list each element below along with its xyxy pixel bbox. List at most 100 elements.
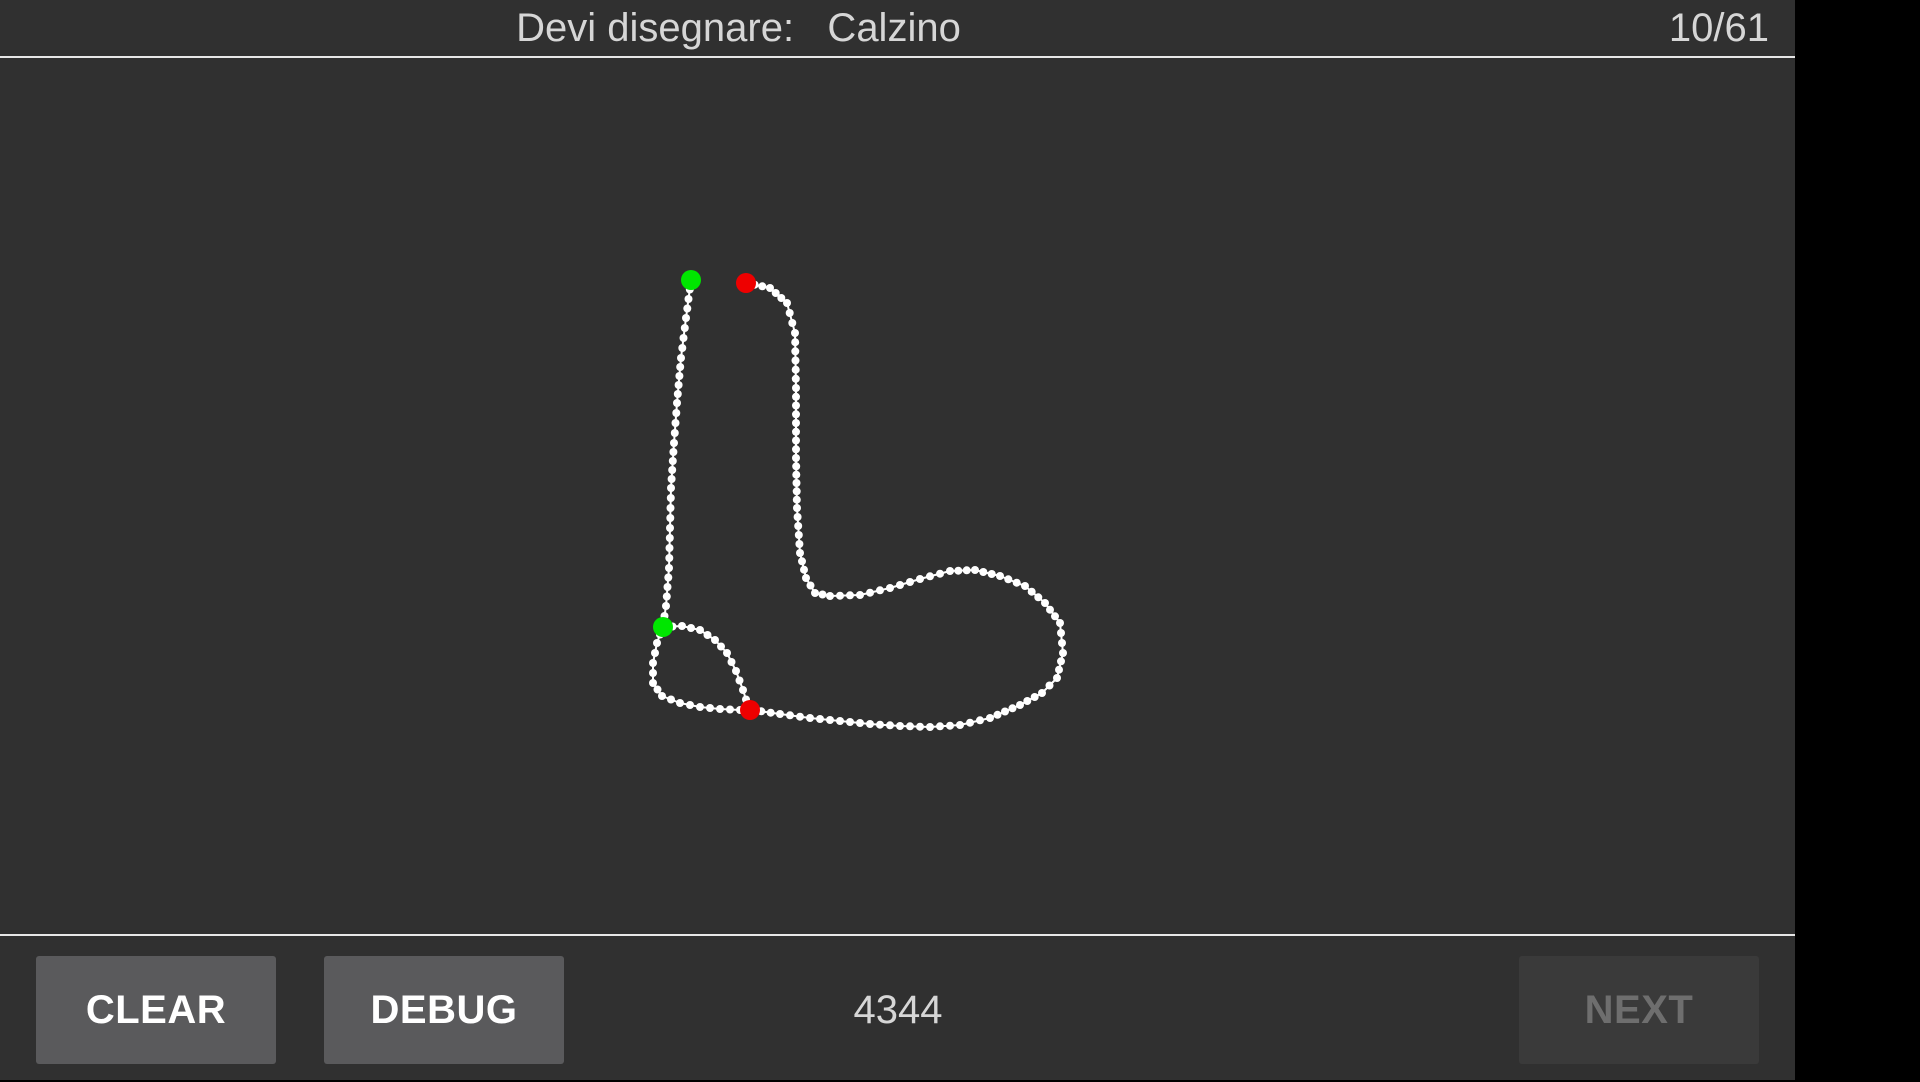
stroke-point <box>668 457 677 465</box>
stroke-point <box>926 723 934 731</box>
stroke-point <box>1045 681 1054 690</box>
stroke-point <box>798 557 806 566</box>
stroke-point <box>667 475 676 483</box>
debug-button[interactable]: DEBUG <box>324 956 564 1064</box>
stroke-point <box>711 636 719 644</box>
stroke-point <box>956 721 964 729</box>
stroke-point <box>866 720 874 728</box>
stroke-point <box>792 427 800 436</box>
stroke-point <box>670 429 679 437</box>
stroke-point <box>792 384 800 392</box>
stroke-point <box>666 524 674 532</box>
stroke-point <box>793 504 801 512</box>
next-button[interactable]: NEXT <box>1519 956 1759 1064</box>
stroke-point <box>792 419 800 427</box>
stroke-point <box>716 705 724 713</box>
stroke-point <box>856 719 864 727</box>
stroke-point <box>1008 704 1017 713</box>
stroke-point <box>792 470 801 479</box>
stroke-point <box>811 589 819 597</box>
stroke-point <box>684 295 693 303</box>
stroke-point <box>796 712 804 721</box>
stroke-point <box>802 574 810 582</box>
stroke-point <box>792 445 800 454</box>
stroke-point <box>668 466 677 474</box>
stroke-point <box>658 692 666 700</box>
stroke-point <box>679 334 688 342</box>
stroke-point <box>706 704 714 712</box>
stroke-point <box>996 572 1004 580</box>
stroke-point <box>783 299 791 307</box>
drawing-canvas[interactable] <box>0 58 1795 934</box>
stroke-point <box>680 324 689 332</box>
stroke-1 <box>659 276 695 630</box>
stroke-point <box>649 659 657 667</box>
stroke-point <box>696 626 704 634</box>
stroke-start-marker <box>681 270 701 290</box>
stroke-point <box>792 487 801 496</box>
stroke-point <box>792 454 800 462</box>
stroke-point <box>1041 599 1049 607</box>
stroke-point <box>1030 693 1039 701</box>
stroke-point <box>916 722 924 731</box>
stroke-point <box>886 584 894 592</box>
stroke-point <box>676 699 684 707</box>
stroke-point <box>1046 605 1054 614</box>
stroke-point <box>1004 575 1013 584</box>
stroke-point <box>1057 629 1065 637</box>
stroke-point <box>662 602 670 610</box>
stroke-point <box>665 554 674 562</box>
stroke-point <box>816 715 824 723</box>
stroke-point <box>758 282 767 291</box>
stroke-point <box>987 570 996 578</box>
stroke-point <box>794 522 803 530</box>
stroke-point <box>896 722 904 730</box>
stroke-point <box>836 717 844 725</box>
stroke-point <box>1001 707 1009 716</box>
stroke-point <box>792 495 801 504</box>
stroke-point <box>976 716 984 725</box>
stroke-point <box>791 374 800 383</box>
stroke-point <box>796 549 804 557</box>
stroke-point <box>846 718 854 726</box>
stroke-point <box>682 314 690 322</box>
stroke-point <box>1058 639 1066 647</box>
stroke-point <box>1012 578 1021 587</box>
stroke-point <box>672 409 681 417</box>
stroke-point <box>653 639 661 647</box>
stroke-point <box>792 401 800 410</box>
header-bar: Devi disegnare: Calzino 10/61 <box>0 0 1795 58</box>
stroke-point <box>667 695 675 704</box>
stroke-start-marker <box>653 617 673 637</box>
stroke-point <box>683 304 692 313</box>
stroke-point <box>766 708 775 717</box>
stroke-point <box>735 676 744 685</box>
stroke-point <box>1057 657 1065 666</box>
stroke-point <box>788 319 797 327</box>
stroke-point <box>649 669 657 677</box>
stroke-point <box>1056 619 1064 627</box>
stroke-point <box>662 592 671 601</box>
stroke-point <box>673 399 681 407</box>
stroke-point <box>687 624 695 632</box>
stroke-point <box>1051 612 1059 621</box>
drawing-prompt: Devi disegnare: Calzino <box>516 6 961 50</box>
stroke-point <box>665 564 673 572</box>
stroke-point <box>723 649 731 657</box>
stroke-point <box>791 347 800 356</box>
stroke-point <box>1021 582 1029 590</box>
stroke-point <box>794 531 803 539</box>
stroke-point <box>776 710 784 718</box>
stroke-point <box>818 590 827 599</box>
clear-button[interactable]: CLEAR <box>36 956 276 1064</box>
stroke-point <box>962 566 971 575</box>
stroke-point <box>792 479 801 487</box>
stroke-point <box>800 565 808 574</box>
stroke-point <box>669 448 678 456</box>
stroke-point <box>1038 689 1046 697</box>
sketch-layer <box>649 270 1067 731</box>
stroke-point <box>971 566 979 574</box>
stroke-point <box>791 365 800 374</box>
stroke-point <box>785 309 794 317</box>
stroke-point <box>906 578 914 586</box>
